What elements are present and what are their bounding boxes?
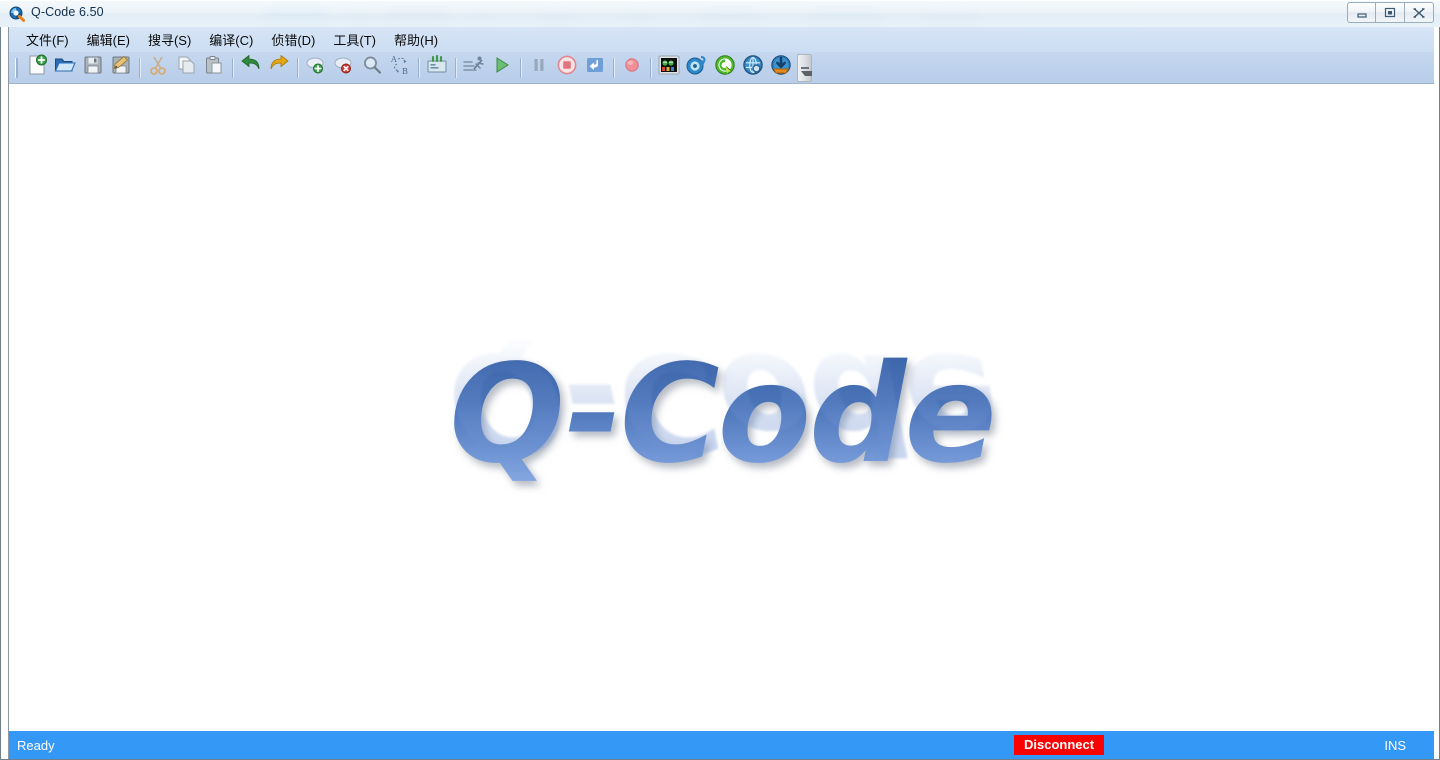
remove-bookmark-icon <box>333 55 355 80</box>
menu-compile[interactable]: 编译(C) <box>200 27 262 53</box>
status-bar: Ready Disconnect INS <box>9 730 1434 759</box>
toolbar-separator <box>418 57 419 78</box>
qcode-tool-button[interactable] <box>711 54 739 82</box>
cut-button[interactable] <box>144 54 172 82</box>
redo-button[interactable] <box>265 54 293 82</box>
menu-search[interactable]: 搜寻(S) <box>139 27 200 53</box>
simulator-button[interactable] <box>655 54 683 82</box>
window-title: Q-Code 6.50 <box>31 5 104 19</box>
application-window: Q-Code 6.50 文件(F) 编辑(E) 搜寻(S) 编译(C) 侦错(D… <box>0 0 1440 760</box>
new-file-icon <box>26 54 48 81</box>
network-tool-icon <box>742 54 764 81</box>
paste-button[interactable] <box>200 54 228 82</box>
title-bar-highlight <box>0 0 1440 1</box>
status-message: Ready <box>17 737 55 753</box>
menu-bar: 文件(F) 编辑(E) 搜寻(S) 编译(C) 侦错(D) 工具(T) 帮助(H… <box>9 27 1434 52</box>
add-bookmark-button[interactable] <box>302 54 330 82</box>
step-out-icon <box>585 55 605 80</box>
menu-tools[interactable]: 工具(T) <box>324 27 385 53</box>
maximize-button[interactable] <box>1376 2 1405 23</box>
minimize-button[interactable] <box>1347 2 1376 23</box>
toolbar-separator <box>520 57 521 78</box>
save-as-button[interactable] <box>107 54 135 82</box>
add-bookmark-icon <box>305 55 327 80</box>
breakpoint-button[interactable] <box>618 54 646 82</box>
toolbar-grip[interactable] <box>15 57 18 78</box>
insert-mode-indicator: INS <box>1384 737 1406 753</box>
simulator-icon <box>658 55 680 80</box>
find-button[interactable] <box>358 54 386 82</box>
paste-icon <box>204 55 224 80</box>
network-tool-button[interactable] <box>739 54 767 82</box>
build-and-run-icon <box>463 55 485 80</box>
menu-edit[interactable]: 编辑(E) <box>78 27 139 53</box>
step-out-button[interactable] <box>581 54 609 82</box>
open-file-icon <box>54 54 76 81</box>
pause-button[interactable] <box>525 54 553 82</box>
stop-icon <box>556 54 578 81</box>
oscilloscope-icon <box>686 54 708 81</box>
toolbar-separator <box>139 57 140 78</box>
mdi-workspace: Q-Code Q-Code <box>9 85 1434 730</box>
cut-icon <box>148 55 168 80</box>
connection-status-badge[interactable]: Disconnect <box>1014 735 1105 755</box>
menu-file[interactable]: 文件(F) <box>17 27 78 53</box>
menu-help[interactable]: 帮助(H) <box>385 27 447 53</box>
qcode-tool-icon <box>714 54 736 81</box>
save-as-icon <box>111 55 131 80</box>
copy-button[interactable] <box>172 54 200 82</box>
build-and-run-button[interactable] <box>460 54 488 82</box>
goto-line-icon: A B <box>389 54 411 81</box>
new-file-button[interactable] <box>23 54 51 82</box>
undo-icon <box>240 54 262 80</box>
window-client-area: 文件(F) 编辑(E) 搜寻(S) 编译(C) 侦错(D) 工具(T) 帮助(H… <box>8 27 1434 759</box>
run-icon <box>492 55 512 80</box>
compile-icon <box>426 54 448 80</box>
menu-debug[interactable]: 侦错(D) <box>262 27 324 53</box>
toolbar-separator <box>613 57 614 78</box>
run-button[interactable] <box>488 54 516 82</box>
open-file-button[interactable] <box>51 54 79 82</box>
close-button[interactable] <box>1405 2 1434 23</box>
window-client-frame: 文件(F) 编辑(E) 搜寻(S) 编译(C) 侦错(D) 工具(T) 帮助(H… <box>0 27 1440 760</box>
oscilloscope-button[interactable] <box>683 54 711 82</box>
goto-line-button[interactable]: A B <box>386 54 414 82</box>
toolbar-separator <box>455 57 456 78</box>
toolbar-separator <box>650 57 651 78</box>
qcode-logo: Q-Code Q-Code <box>449 322 996 605</box>
title-bar[interactable]: Q-Code 6.50 <box>0 0 1440 28</box>
compile-button[interactable] <box>423 54 451 82</box>
toolbar-separator <box>297 57 298 78</box>
svg-text:B: B <box>402 67 408 76</box>
main-toolbar: A B <box>9 52 1434 84</box>
svg-text:A: A <box>390 55 397 64</box>
toolbar-separator <box>232 57 233 78</box>
redo-icon <box>268 54 290 80</box>
download-icon <box>770 54 792 81</box>
find-icon <box>362 55 382 80</box>
remove-bookmark-button[interactable] <box>330 54 358 82</box>
pause-icon <box>530 56 548 79</box>
qcode-logo-reflection: Q-Code <box>449 322 995 480</box>
copy-icon <box>176 55 196 80</box>
save-file-icon <box>83 55 103 80</box>
download-button[interactable] <box>767 54 795 82</box>
breakpoint-icon <box>623 56 641 79</box>
save-file-button[interactable] <box>79 54 107 82</box>
window-controls <box>1347 2 1434 23</box>
toolbar-overflow-button[interactable] <box>797 53 812 82</box>
stop-button[interactable] <box>553 54 581 82</box>
undo-button[interactable] <box>237 54 265 82</box>
qcode-magnifier-icon <box>9 6 26 22</box>
